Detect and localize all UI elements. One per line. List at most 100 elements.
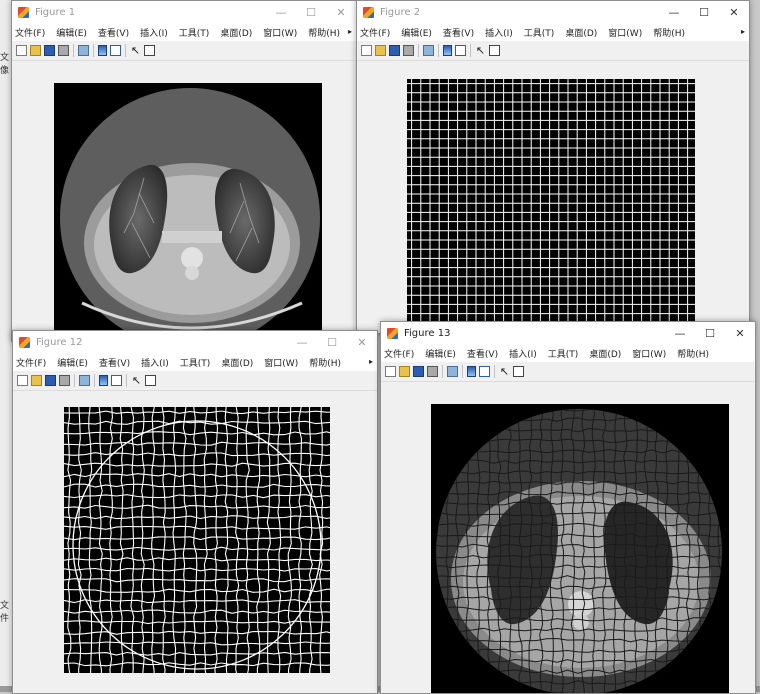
superpixel-boundary — [172, 407, 177, 673]
insert-legend-icon[interactable] — [479, 366, 490, 377]
toolbar-separator — [494, 365, 495, 378]
menu-overflow-arrow-icon[interactable]: ▸ — [369, 357, 373, 366]
menu-item[interactable]: 工具(T) — [180, 356, 211, 369]
maximize-button[interactable]: ☐ — [695, 322, 725, 344]
menu-item[interactable]: 窗口(W) — [608, 26, 642, 39]
edit-plot-arrow-icon[interactable]: ↖ — [499, 366, 510, 377]
menu-item[interactable]: 工具(T) — [524, 26, 555, 39]
menu-item[interactable]: 文件(F) — [16, 356, 46, 369]
minimize-button[interactable]: — — [659, 1, 689, 23]
menu-overflow-arrow-icon[interactable]: ▸ — [348, 27, 352, 36]
menu-item[interactable]: 查看(V) — [467, 347, 498, 360]
menu-item[interactable]: 帮助(H) — [308, 26, 340, 39]
insert-colorbar-icon[interactable] — [467, 366, 476, 377]
title-bar[interactable]: Figure 13 — ☐ ✕ — [381, 322, 755, 344]
menu-item[interactable]: 查看(V) — [98, 26, 129, 39]
menu-item[interactable]: 帮助(H) — [677, 347, 709, 360]
open-file-icon[interactable] — [375, 45, 386, 56]
link-plot-icon[interactable] — [79, 375, 90, 386]
menu-item[interactable]: 桌面(D) — [565, 26, 597, 39]
close-button[interactable]: ✕ — [326, 1, 356, 23]
figure-13-window[interactable]: Figure 13 — ☐ ✕ 文件(F) 编辑(E) 查看(V) 插入(I) 工具(T… — [380, 321, 756, 694]
plot-browser-icon[interactable] — [489, 45, 500, 56]
menu-item[interactable]: 插入(I) — [485, 26, 513, 39]
insert-colorbar-icon[interactable] — [98, 45, 107, 56]
menu-item[interactable]: 插入(I) — [141, 356, 169, 369]
menu-item[interactable]: 查看(V) — [99, 356, 130, 369]
menu-item[interactable]: 工具(T) — [548, 347, 579, 360]
minimize-button[interactable]: — — [266, 1, 296, 23]
insert-legend-icon[interactable] — [111, 375, 122, 386]
menu-item[interactable]: 插入(I) — [140, 26, 168, 39]
edit-plot-arrow-icon[interactable]: ↖ — [475, 45, 486, 56]
minimize-button[interactable]: — — [287, 331, 317, 353]
window-title: Figure 1 — [35, 6, 76, 18]
link-plot-icon[interactable] — [78, 45, 89, 56]
save-icon[interactable] — [413, 366, 424, 377]
menu-item[interactable]: 工具(T) — [179, 26, 210, 39]
print-icon[interactable] — [59, 375, 70, 386]
menu-item[interactable]: 文件(F) — [15, 26, 45, 39]
new-figure-icon[interactable] — [17, 375, 28, 386]
close-button[interactable]: ✕ — [719, 1, 749, 23]
menu-item[interactable]: 插入(I) — [509, 347, 537, 360]
save-icon[interactable] — [389, 45, 400, 56]
menu-item[interactable]: 文件(F) — [360, 26, 390, 39]
title-bar[interactable]: Figure 1 — ☐ ✕ — [12, 1, 356, 23]
menu-overflow-arrow-icon[interactable]: ▸ — [741, 27, 745, 36]
save-icon[interactable] — [45, 375, 56, 386]
superpixel-boundary — [64, 536, 330, 541]
title-bar[interactable]: Figure 12 — ☐ ✕ — [13, 331, 377, 353]
maximize-button[interactable]: ☐ — [296, 1, 326, 23]
menu-item[interactable]: 编辑(E) — [57, 356, 88, 369]
print-icon[interactable] — [427, 366, 438, 377]
close-button[interactable]: ✕ — [725, 322, 755, 344]
superpixel-boundary — [161, 407, 166, 673]
menu-item[interactable]: 桌面(D) — [220, 26, 252, 39]
title-bar[interactable]: Figure 2 — ☐ ✕ — [357, 1, 749, 23]
plot-browser-icon[interactable] — [513, 366, 524, 377]
menu-item[interactable]: 查看(V) — [443, 26, 474, 39]
plot-browser-icon[interactable] — [145, 375, 156, 386]
menu-item[interactable]: 桌面(D) — [221, 356, 253, 369]
menu-item[interactable]: 窗口(W) — [264, 356, 298, 369]
link-plot-icon[interactable] — [447, 366, 458, 377]
print-icon[interactable] — [403, 45, 414, 56]
edit-plot-arrow-icon[interactable]: ↖ — [130, 45, 141, 56]
menu-item[interactable]: 帮助(H) — [309, 356, 341, 369]
minimize-button[interactable]: — — [665, 322, 695, 344]
insert-legend-icon[interactable] — [455, 45, 466, 56]
open-file-icon[interactable] — [30, 45, 41, 56]
menu-item[interactable]: 帮助(H) — [653, 26, 685, 39]
menu-item[interactable]: 窗口(W) — [632, 347, 666, 360]
open-file-icon[interactable] — [399, 366, 410, 377]
new-figure-icon[interactable] — [16, 45, 27, 56]
toolbar-separator — [73, 44, 74, 57]
menu-item[interactable]: 桌面(D) — [589, 347, 621, 360]
insert-legend-icon[interactable] — [110, 45, 121, 56]
matlab-figure-icon — [18, 6, 29, 18]
open-file-icon[interactable] — [31, 375, 42, 386]
insert-colorbar-icon[interactable] — [443, 45, 452, 56]
menu-item[interactable]: 编辑(E) — [56, 26, 87, 39]
maximize-button[interactable]: ☐ — [689, 1, 719, 23]
edit-plot-arrow-icon[interactable]: ↖ — [131, 375, 142, 386]
plot-browser-icon[interactable] — [144, 45, 155, 56]
figure-1-window[interactable]: Figure 1 — ☐ ✕ 文件(F) 编辑(E) 查看(V) 插入(I) 工具(T)… — [11, 0, 357, 342]
print-icon[interactable] — [58, 45, 69, 56]
menu-item[interactable]: 编辑(E) — [425, 347, 456, 360]
insert-colorbar-icon[interactable] — [99, 375, 108, 386]
save-icon[interactable] — [44, 45, 55, 56]
toolbar-separator — [74, 374, 75, 387]
menu-item[interactable]: 文件(F) — [384, 347, 414, 360]
figure-2-window[interactable]: Figure 2 — ☐ ✕ 文件(F) 编辑(E) 查看(V) 插入(I) 工具(T)… — [356, 0, 750, 334]
close-button[interactable]: ✕ — [347, 331, 377, 353]
new-figure-icon[interactable] — [385, 366, 396, 377]
maximize-button[interactable]: ☐ — [317, 331, 347, 353]
link-plot-icon[interactable] — [423, 45, 434, 56]
menu-item[interactable]: 编辑(E) — [401, 26, 432, 39]
superpixel-boundary — [256, 407, 261, 673]
new-figure-icon[interactable] — [361, 45, 372, 56]
figure-12-window[interactable]: Figure 12 — ☐ ✕ 文件(F) 编辑(E) 查看(V) 插入(I) 工具(T… — [12, 330, 378, 694]
menu-item[interactable]: 窗口(W) — [263, 26, 297, 39]
